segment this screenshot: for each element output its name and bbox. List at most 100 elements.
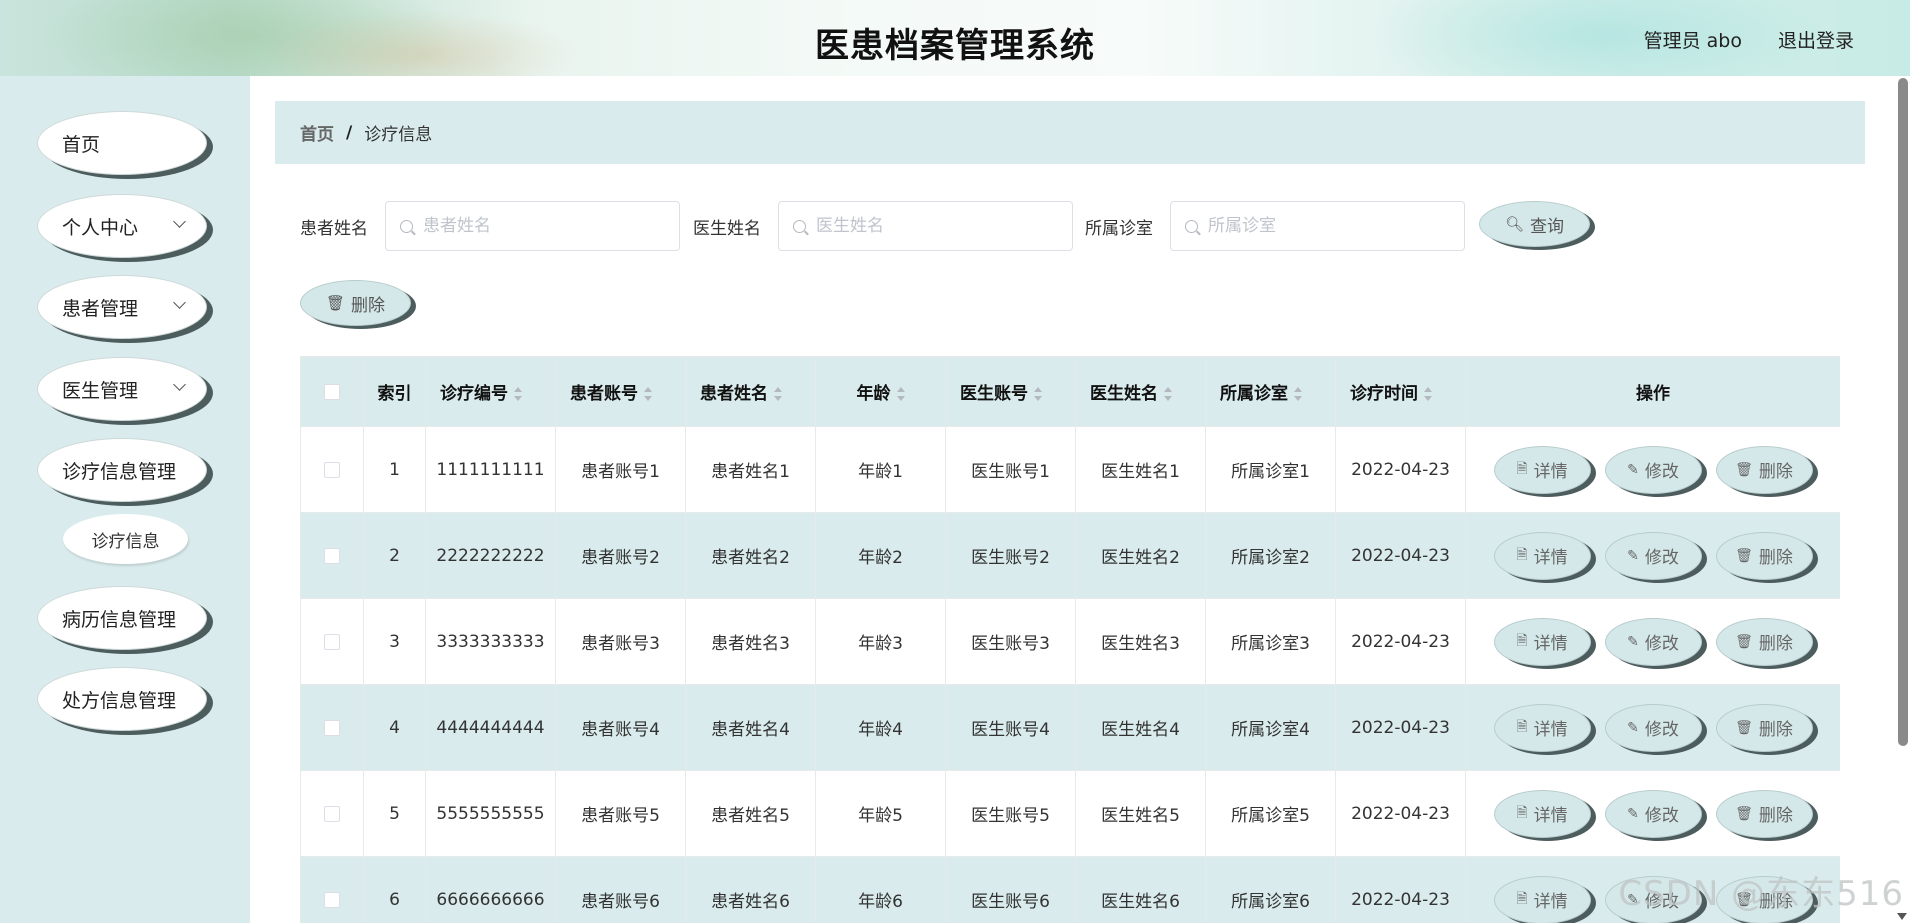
cell-patient-name: 患者姓名1	[685, 426, 816, 513]
row-checkbox[interactable]	[324, 805, 340, 822]
column-header-clinic[interactable]: 所属诊室	[1205, 356, 1336, 427]
trash-icon: 🗑︎	[1735, 805, 1753, 822]
detail-button[interactable]: 🗎︎ 详情	[1493, 789, 1591, 838]
cell-doctor-name: 医生姓名3	[1075, 598, 1206, 685]
column-header-index: 索引	[363, 356, 426, 427]
row-checkbox[interactable]	[324, 547, 340, 564]
column-header-patient-name[interactable]: 患者姓名	[685, 356, 816, 427]
delete-button[interactable]: 🗑︎ 删除	[1715, 445, 1813, 494]
column-header-patient-account[interactable]: 患者账号	[555, 356, 686, 427]
patient-name-input[interactable]	[423, 216, 663, 236]
document-icon: 🗎︎	[1516, 632, 1528, 649]
detail-button[interactable]: 🗎︎ 详情	[1493, 875, 1591, 923]
delete-button[interactable]: 🗑︎ 删除	[1715, 531, 1813, 580]
sidebar-item-label: 病历信息管理	[62, 608, 177, 631]
edit-button[interactable]: ✎ 修改	[1604, 617, 1702, 666]
edit-button[interactable]: ✎ 修改	[1604, 531, 1702, 580]
column-header-actions: 操作	[1465, 356, 1840, 427]
app-title: 医患档案管理系统	[815, 26, 1095, 66]
doctor-name-input[interactable]	[816, 216, 1056, 236]
pencil-icon: ✎	[1627, 633, 1639, 650]
logout-link[interactable]: 退出登录	[1778, 26, 1854, 53]
table-row: 3 3333333333 患者账号3 患者姓名3 年龄3 医生账号3 医生姓名3 所属诊室3 2…	[300, 598, 1840, 685]
column-header-label: 诊疗编号	[440, 384, 508, 404]
detail-button-label: 详情	[1533, 634, 1568, 654]
sort-icon[interactable]	[1164, 387, 1172, 401]
sidebar-item-label: 医生管理	[62, 379, 139, 402]
sort-icon[interactable]	[1034, 387, 1042, 401]
detail-button[interactable]: 🗎︎ 详情	[1493, 445, 1591, 494]
cell-time: 2022-04-23	[1335, 770, 1466, 857]
delete-button[interactable]: 🗑︎ 删除	[1715, 617, 1813, 666]
column-header-label: 患者姓名	[700, 384, 768, 404]
edit-button[interactable]: ✎ 修改	[1604, 445, 1702, 494]
sidebar-item-patient-management[interactable]: 患者管理	[37, 275, 207, 339]
sidebar-item-home[interactable]: 首页	[37, 111, 207, 175]
sidebar-item-label: 个人中心	[62, 216, 139, 239]
trash-icon: 🗑︎	[1735, 633, 1753, 650]
batch-delete-button[interactable]: 🗑︎ 删除	[300, 280, 411, 326]
sort-icon[interactable]	[896, 387, 905, 401]
sidebar-subitem-diagnosis-info[interactable]: 诊疗信息	[63, 514, 188, 564]
chevron-down-icon	[173, 296, 186, 309]
edit-button-label: 修改	[1644, 806, 1679, 826]
delete-button[interactable]: 🗑︎ 删除	[1715, 789, 1813, 838]
sort-icon[interactable]	[774, 387, 782, 401]
cell-code: 1111111111	[425, 426, 556, 513]
cell-code: 3333333333	[425, 598, 556, 685]
trash-icon: 🗑︎	[1735, 719, 1753, 736]
sidebar-item-doctor-management[interactable]: 医生管理	[37, 357, 207, 421]
sidebar-item-diagnosis-management[interactable]: 诊疗信息管理	[37, 438, 207, 502]
column-header-time[interactable]: 诊疗时间	[1335, 356, 1466, 427]
cell-index: 3	[363, 598, 426, 685]
row-select-cell	[300, 512, 364, 599]
detail-button[interactable]: 🗎︎ 详情	[1493, 703, 1591, 752]
cell-doctor-account: 医生账号6	[945, 856, 1076, 923]
cell-age: 年龄4	[815, 684, 946, 771]
row-checkbox[interactable]	[324, 633, 340, 650]
delete-button[interactable]: 🗑︎ 删除	[1715, 703, 1813, 752]
sidebar-item-medical-record-management[interactable]: 病历信息管理	[37, 586, 207, 650]
cell-doctor-name: 医生姓名2	[1075, 512, 1206, 599]
detail-button-label: 详情	[1533, 806, 1568, 826]
cell-doctor-account: 医生账号4	[945, 684, 1076, 771]
sort-icon[interactable]	[1424, 387, 1432, 401]
column-header-age[interactable]: 年龄	[815, 356, 946, 427]
cell-doctor-account: 医生账号1	[945, 426, 1076, 513]
detail-button[interactable]: 🗎︎ 详情	[1493, 617, 1591, 666]
detail-button[interactable]: 🗎︎ 详情	[1493, 531, 1591, 580]
diagnosis-table-container: 索引 诊疗编号 患者账号 患者姓名 年龄 医生账号 医生姓名 所属诊室 诊疗时间…	[300, 356, 1840, 923]
delete-button-label: 删除	[1758, 720, 1793, 740]
edit-button-label: 修改	[1644, 720, 1679, 740]
column-header-label: 医生账号	[960, 384, 1028, 404]
sort-icon[interactable]	[1294, 387, 1302, 401]
column-header-doctor-name[interactable]: 医生姓名	[1075, 356, 1206, 427]
edit-button-label: 修改	[1644, 462, 1679, 482]
document-icon: 🗎︎	[1516, 804, 1528, 821]
sidebar-item-label: 患者管理	[62, 297, 139, 320]
edit-button[interactable]: ✎ 修改	[1604, 703, 1702, 752]
query-button[interactable]: 🔍︎ 查询	[1479, 201, 1590, 247]
vertical-scrollbar[interactable]	[1898, 78, 1908, 746]
sort-icon[interactable]	[644, 387, 652, 401]
sidebar-item-prescription-management[interactable]: 处方信息管理	[37, 667, 207, 731]
clinic-input[interactable]	[1208, 216, 1448, 236]
column-header-label: 诊疗时间	[1350, 384, 1418, 404]
cell-clinic: 所属诊室3	[1205, 598, 1336, 685]
sort-icon[interactable]	[514, 387, 522, 401]
row-checkbox[interactable]	[324, 891, 340, 908]
edit-button[interactable]: ✎ 修改	[1604, 789, 1702, 838]
select-all-checkbox[interactable]	[324, 383, 340, 400]
breadcrumb-home[interactable]: 首页	[300, 120, 334, 145]
sidebar-item-personal-center[interactable]: 个人中心	[37, 194, 207, 258]
cell-doctor-name: 医生姓名5	[1075, 770, 1206, 857]
cell-actions: 🗎︎ 详情 ✎ 修改 🗑︎ 删除	[1465, 426, 1840, 513]
column-header-code[interactable]: 诊疗编号	[425, 356, 556, 427]
row-checkbox[interactable]	[324, 461, 340, 478]
row-checkbox[interactable]	[324, 719, 340, 736]
cell-age: 年龄5	[815, 770, 946, 857]
cell-age: 年龄6	[815, 856, 946, 923]
column-header-doctor-account[interactable]: 医生账号	[945, 356, 1076, 427]
clinic-search-box	[1170, 201, 1465, 251]
pencil-icon: ✎	[1627, 719, 1639, 736]
